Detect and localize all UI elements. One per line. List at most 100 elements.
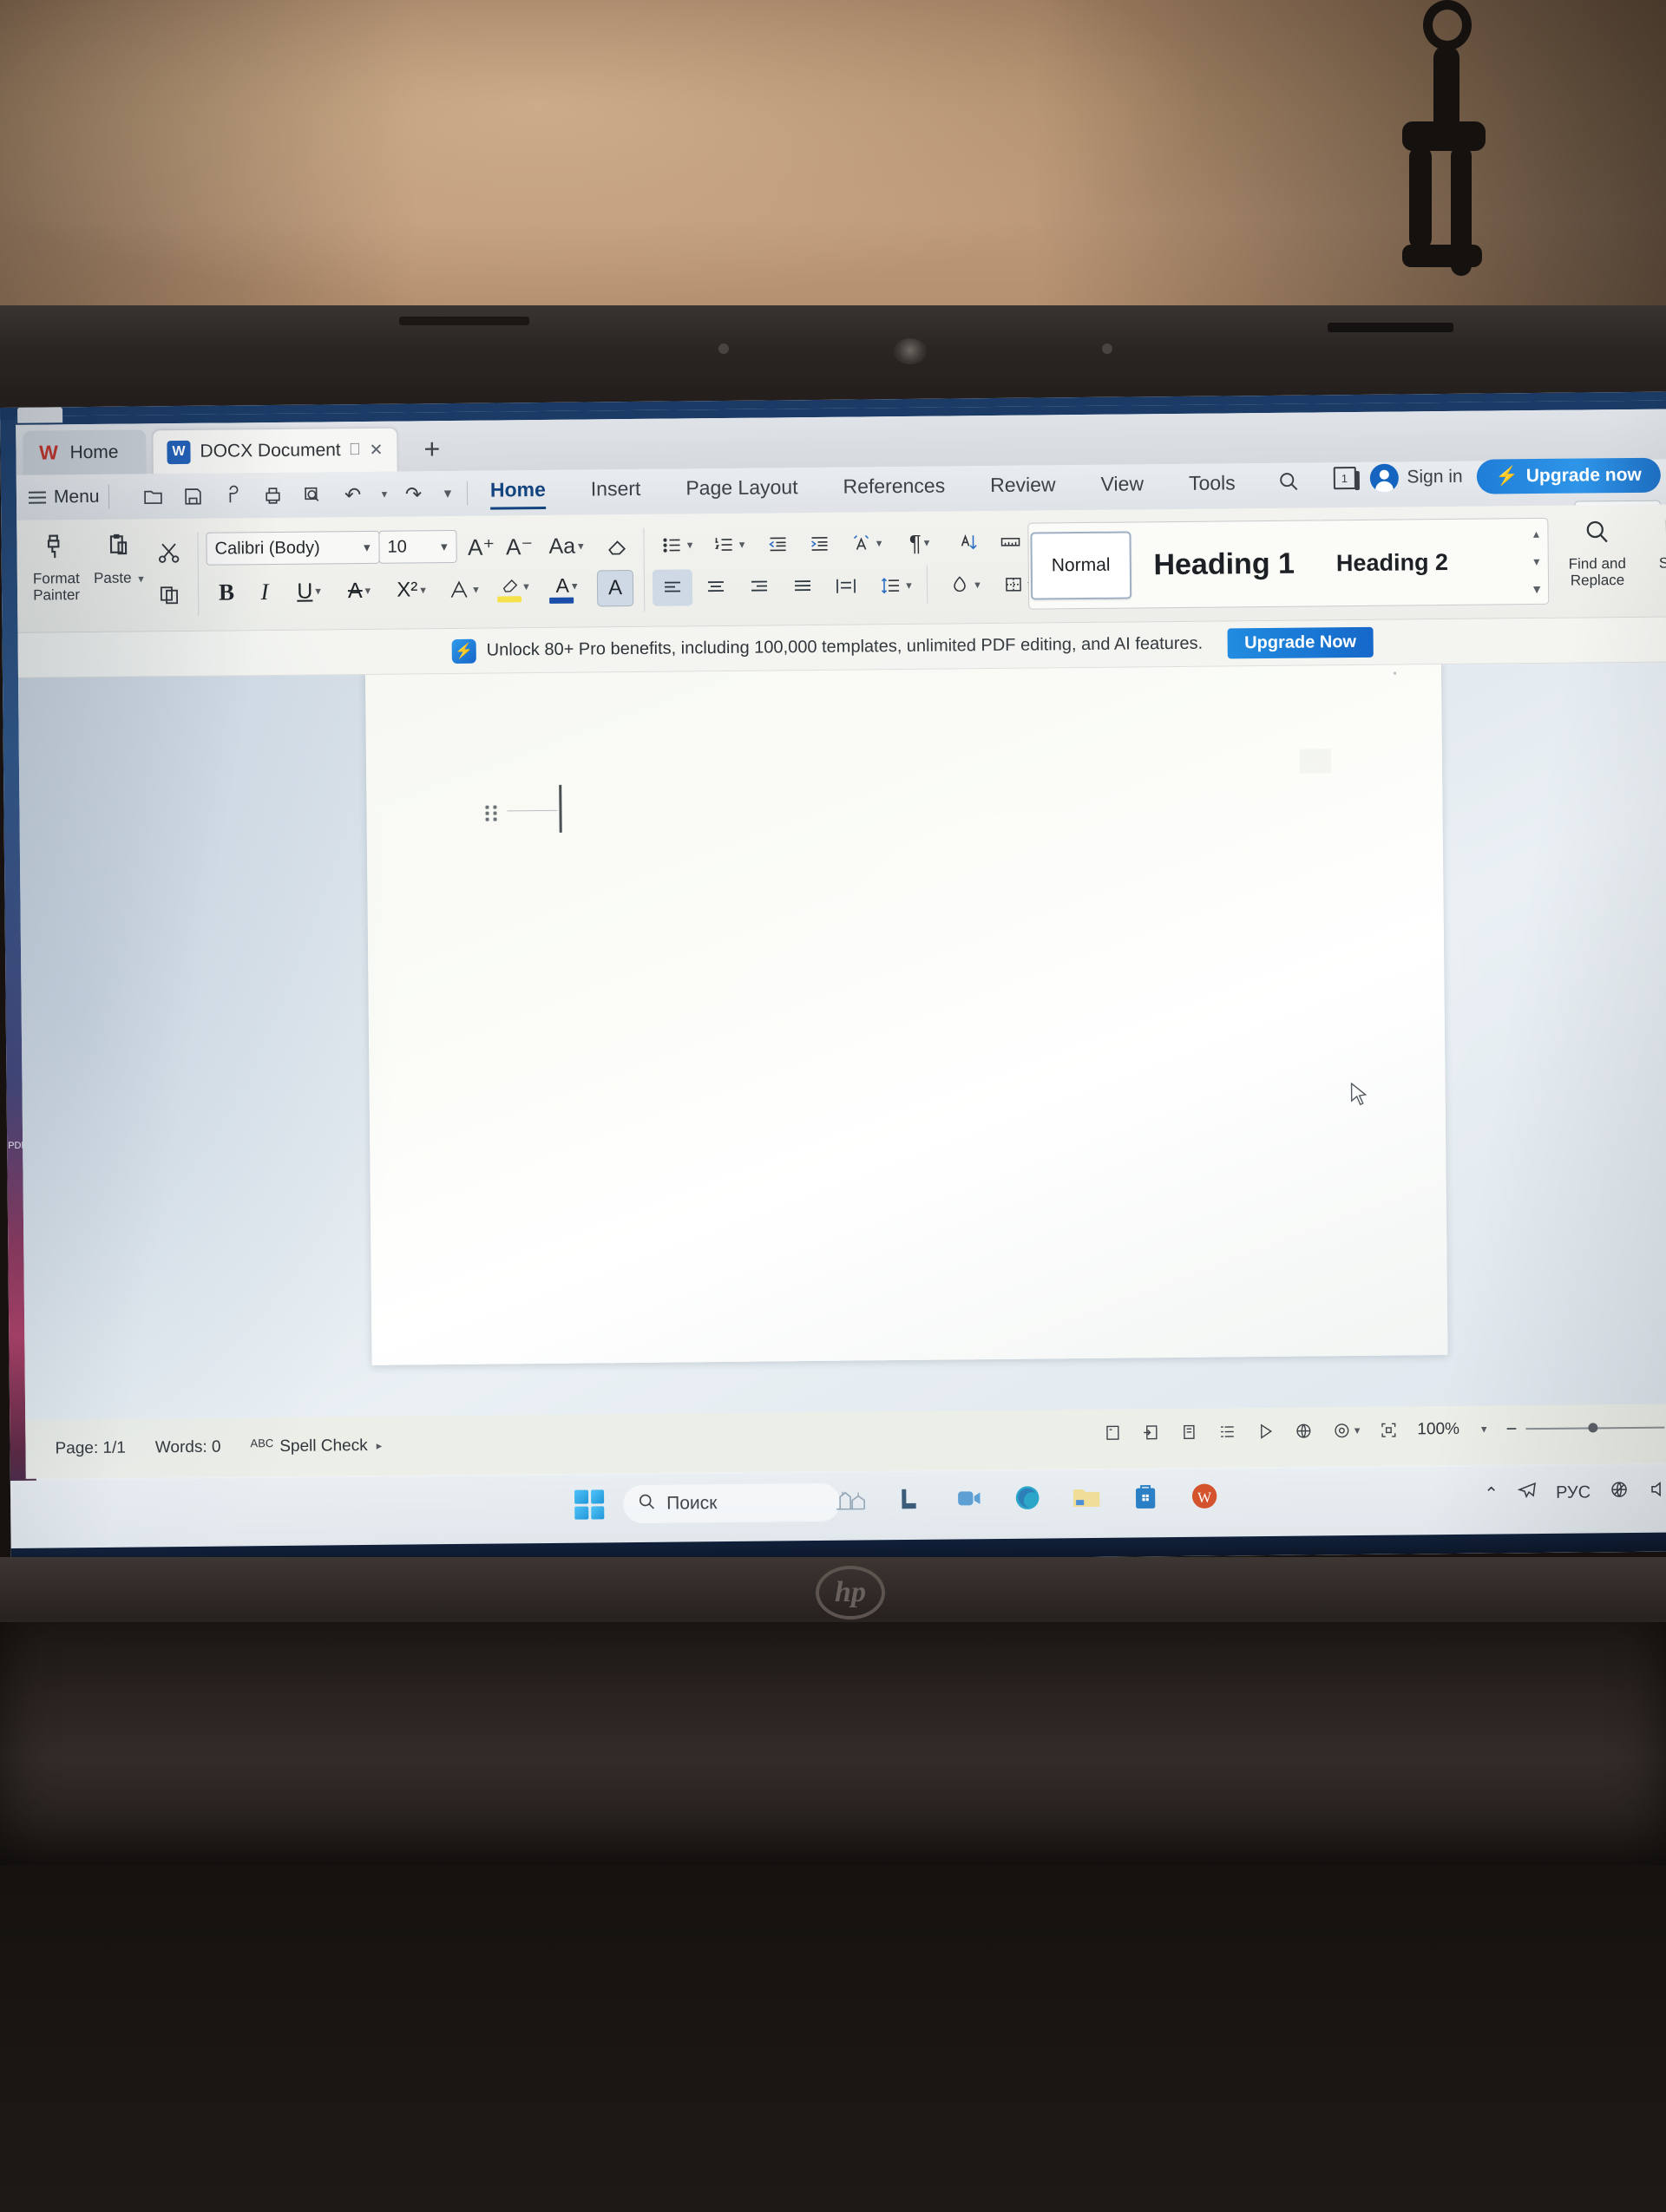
status-spell-check[interactable]: ABC Spell Check ▸ bbox=[250, 1436, 382, 1456]
ribbon-tab-page-layout[interactable]: Page Layout bbox=[663, 468, 821, 508]
present-tab-icon[interactable]: ⎕ bbox=[350, 441, 360, 460]
zoom-chevron-icon[interactable]: ▾ bbox=[1481, 1423, 1487, 1436]
ribbon-tab-tools[interactable]: Tools bbox=[1166, 463, 1258, 503]
ribbon-tab-references[interactable]: References bbox=[820, 466, 967, 507]
tab-home[interactable]: W Home bbox=[23, 429, 147, 475]
paste-button[interactable]: Paste ▾ bbox=[86, 531, 151, 587]
taskbar-search-input[interactable]: Поиск bbox=[622, 1482, 841, 1524]
distribute-icon[interactable] bbox=[826, 567, 866, 604]
find-and-replace-button[interactable]: Find and Replace bbox=[1557, 517, 1637, 589]
eye-protection-icon[interactable]: ▾ bbox=[1333, 1421, 1361, 1440]
italic-button[interactable]: I bbox=[246, 573, 283, 610]
redo-icon[interactable]: ↷ bbox=[395, 476, 431, 511]
text-effects-button[interactable]: ▾ bbox=[439, 572, 488, 609]
windows-start-icon[interactable] bbox=[574, 1489, 605, 1520]
reading-view-icon[interactable] bbox=[1256, 1422, 1276, 1441]
scroll-down-icon[interactable]: ▾ bbox=[1533, 554, 1539, 569]
eraser-icon[interactable] bbox=[598, 528, 636, 563]
align-center-icon[interactable] bbox=[696, 569, 736, 605]
outline-view-icon[interactable] bbox=[1218, 1422, 1237, 1441]
strikethrough-button[interactable]: A ▾ bbox=[335, 573, 384, 610]
more-styles-icon[interactable]: ▼ bbox=[1531, 582, 1543, 596]
paste-chevron-icon[interactable]: ▾ bbox=[138, 572, 144, 585]
undo-icon[interactable]: ↶ bbox=[334, 477, 371, 512]
zoom-level[interactable]: 100% bbox=[1417, 1420, 1459, 1439]
shading-icon[interactable]: ▾ bbox=[939, 566, 989, 604]
style-heading-2[interactable]: Heading 2 bbox=[1317, 528, 1468, 598]
underline-button[interactable]: U ▾ bbox=[285, 573, 333, 610]
undo-caret-icon[interactable]: ▾ bbox=[374, 477, 391, 512]
format-painter-button[interactable]: Format Painter bbox=[23, 532, 89, 604]
shrink-font-button[interactable]: A⁻ bbox=[501, 529, 537, 564]
copy-icon[interactable] bbox=[150, 576, 188, 612]
print-preview-icon[interactable] bbox=[294, 477, 331, 512]
status-words[interactable]: Words: 0 bbox=[155, 1438, 221, 1458]
volume-icon[interactable] bbox=[1648, 1479, 1666, 1505]
chevron-right-icon[interactable]: ▸ bbox=[377, 1439, 383, 1453]
save-icon[interactable] bbox=[174, 479, 211, 514]
new-file-icon[interactable] bbox=[134, 479, 171, 514]
focus-mode-icon[interactable] bbox=[1379, 1421, 1398, 1440]
asian-layout-icon[interactable]: ▾ bbox=[841, 526, 889, 561]
align-left-icon[interactable] bbox=[652, 569, 693, 606]
style-normal[interactable]: Normal bbox=[1030, 531, 1131, 600]
open-documents-count[interactable]: 1 bbox=[1333, 467, 1356, 490]
tray-overflow-icon[interactable]: ⌃ bbox=[1484, 1482, 1499, 1504]
menu-button[interactable]: Menu bbox=[28, 487, 100, 508]
new-tab-button[interactable]: + bbox=[423, 433, 440, 464]
decrease-indent-icon[interactable] bbox=[758, 527, 797, 561]
ribbon-tab-home[interactable]: Home bbox=[468, 470, 568, 510]
language-indicator[interactable]: РУС bbox=[1556, 1482, 1591, 1502]
character-border-button[interactable]: A bbox=[596, 570, 634, 607]
style-gallery-scroll[interactable]: ▴ ▾ ▼ bbox=[1525, 520, 1548, 602]
zoom-track[interactable] bbox=[1525, 1423, 1665, 1433]
style-heading-1[interactable]: Heading 1 bbox=[1134, 529, 1314, 599]
ribbon-tab-review[interactable]: Review bbox=[967, 465, 1079, 505]
paragraph-mark-icon[interactable]: ¶ ▾ bbox=[895, 526, 943, 561]
drag-handle-icon[interactable] bbox=[485, 805, 497, 821]
sign-in-button[interactable]: Sign in bbox=[1369, 462, 1463, 493]
full-screen-icon[interactable] bbox=[1104, 1423, 1123, 1443]
zoom-knob[interactable] bbox=[1588, 1423, 1598, 1433]
align-right-icon[interactable] bbox=[739, 568, 779, 605]
wps-office-icon[interactable]: W bbox=[1184, 1476, 1224, 1516]
file-explorer-icon[interactable] bbox=[1066, 1477, 1106, 1517]
telegram-icon[interactable] bbox=[1516, 1480, 1538, 1506]
superscript-button[interactable]: X² ▾ bbox=[385, 572, 437, 609]
numbered-list-icon[interactable]: ▾ bbox=[704, 527, 752, 563]
font-family-select[interactable]: Calibri (Body) ▾ bbox=[206, 530, 380, 566]
select-button[interactable]: Sele bbox=[1638, 516, 1666, 572]
network-disconnected-icon[interactable] bbox=[1608, 1479, 1630, 1505]
document-canvas[interactable] bbox=[17, 662, 1666, 1420]
weather-widget-icon[interactable] bbox=[830, 1479, 870, 1519]
ribbon-tab-view[interactable]: View bbox=[1078, 464, 1166, 504]
banner-upgrade-now-button[interactable]: Upgrade Now bbox=[1227, 626, 1374, 659]
scroll-up-icon[interactable]: ▴ bbox=[1533, 527, 1539, 541]
zoom-slider[interactable]: − bbox=[1505, 1417, 1665, 1441]
search-icon[interactable] bbox=[1277, 467, 1300, 498]
increase-indent-icon[interactable] bbox=[799, 527, 839, 561]
grow-font-button[interactable]: A⁺ bbox=[462, 529, 499, 564]
print-layout-icon[interactable] bbox=[1180, 1423, 1199, 1442]
justify-icon[interactable] bbox=[783, 568, 823, 605]
cloud-sync-icon[interactable] bbox=[214, 478, 251, 513]
ruler-icon[interactable] bbox=[990, 525, 1030, 560]
font-color-button[interactable]: A ▾ bbox=[541, 570, 592, 607]
change-case-button[interactable]: Aa ▾ bbox=[541, 528, 591, 564]
tab-docx-document[interactable]: W DOCX Document.docx ⎕ ✕ bbox=[152, 427, 398, 474]
line-spacing-icon[interactable]: ▾ bbox=[869, 567, 922, 605]
sort-icon[interactable] bbox=[948, 525, 988, 560]
web-view-icon[interactable] bbox=[1295, 1422, 1314, 1441]
bold-button[interactable]: B bbox=[208, 573, 245, 610]
document-page[interactable] bbox=[364, 662, 1448, 1365]
ribbon-tab-insert[interactable]: Insert bbox=[568, 469, 664, 509]
zoom-app-icon[interactable] bbox=[948, 1478, 988, 1518]
microsoft-edge-icon[interactable] bbox=[1007, 1477, 1047, 1517]
zoom-out-button[interactable]: − bbox=[1505, 1417, 1517, 1440]
microsoft-store-icon[interactable] bbox=[1125, 1476, 1165, 1516]
upgrade-now-button[interactable]: ⚡ Upgrade now bbox=[1476, 457, 1662, 494]
web-layout-icon[interactable] bbox=[1142, 1423, 1161, 1442]
bullet-list-icon[interactable]: ▾ bbox=[652, 527, 700, 563]
status-page[interactable]: Page: 1/1 bbox=[55, 1439, 126, 1459]
customize-qat-icon[interactable]: ▾ bbox=[435, 476, 457, 511]
